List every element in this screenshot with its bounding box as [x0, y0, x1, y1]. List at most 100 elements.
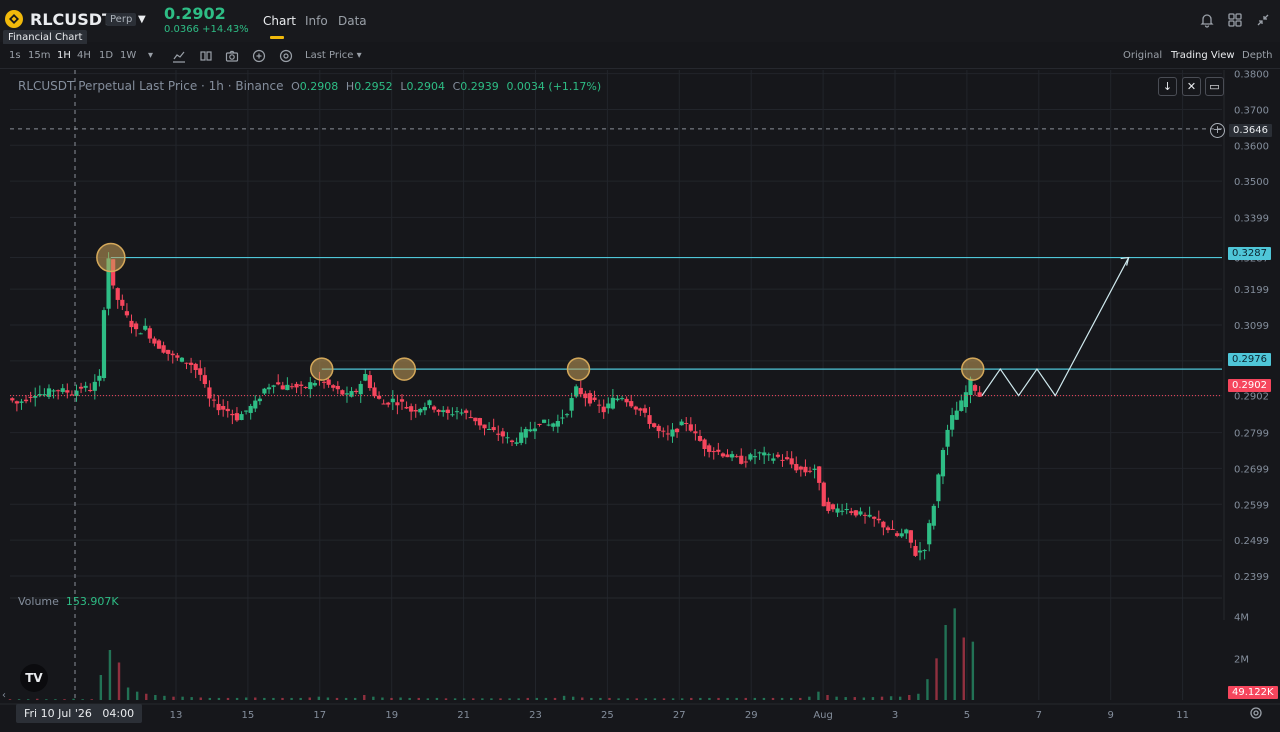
timeframe-15m[interactable]: 15m [28, 50, 50, 61]
volume-bar [680, 698, 684, 700]
candle-body [950, 415, 955, 430]
candle-body [445, 409, 450, 414]
volume-bar [399, 697, 402, 700]
candle-body [812, 468, 817, 470]
volume-bar [517, 698, 520, 700]
bell-icon[interactable] [1199, 12, 1215, 28]
camera-icon[interactable] [225, 49, 239, 63]
volume-bar [81, 699, 84, 700]
volume-bar [26, 699, 30, 700]
volume-bar [626, 698, 629, 700]
candle-body [422, 407, 428, 411]
candle-body [88, 389, 93, 392]
candle-body [207, 387, 212, 399]
volume-bar [735, 697, 738, 700]
candle-body [931, 505, 936, 526]
legend-low: 0.2904 [406, 80, 445, 93]
volume-bar [726, 697, 729, 700]
candle-body [656, 425, 661, 432]
volume-bar [217, 697, 221, 700]
candle-body [289, 386, 295, 388]
candle-body [464, 410, 469, 413]
volume-bar [599, 697, 602, 700]
volume-bar [226, 697, 230, 700]
close-icon[interactable]: ✕ [1182, 77, 1201, 96]
candle-body [496, 433, 501, 435]
candle-body [321, 381, 327, 383]
view-original[interactable]: Original [1123, 50, 1162, 61]
gear-icon[interactable] [1249, 706, 1263, 720]
candle-body [248, 405, 253, 413]
settings-circle-icon[interactable] [279, 49, 293, 63]
price-chart[interactable]: 0.3800 0.3700 0.3600 0.3500 0.3399 0.3287 0.31… [0, 68, 1280, 732]
candle-body [56, 390, 61, 392]
volume-bar [326, 697, 330, 700]
candle-body [482, 424, 487, 429]
tab-info[interactable]: Info [305, 14, 328, 28]
timeframe-1s[interactable]: 1s [9, 50, 21, 61]
collapse-icon[interactable] [1255, 12, 1271, 28]
grid-layout-icon[interactable] [1227, 12, 1243, 28]
touch-marker-circle [96, 242, 126, 273]
candle-body [257, 398, 262, 402]
candle-body [546, 424, 551, 426]
candle-body [156, 340, 162, 349]
candle-body [161, 345, 166, 353]
candle-body [720, 453, 726, 457]
view-depth[interactable]: Depth [1242, 50, 1272, 61]
volume-bar [8, 699, 12, 700]
time-tick-label: 19 [385, 710, 398, 721]
price-tick-label: 0.2902 [1234, 392, 1269, 403]
indicator-icon[interactable] [172, 49, 186, 63]
candle-body [253, 400, 258, 409]
timeframe-1h[interactable]: 1H [57, 50, 71, 61]
chevron-left-icon[interactable]: ‹ [2, 690, 6, 701]
volume-bar [453, 698, 457, 700]
candle-body [895, 533, 900, 536]
candle-body [468, 417, 473, 419]
candle-body [450, 414, 455, 416]
candle-body [344, 393, 350, 395]
add-icon[interactable] [252, 49, 266, 63]
candle-body [537, 423, 542, 425]
price-tick-label: 0.3099 [1234, 321, 1269, 332]
volume-bar [45, 699, 48, 700]
candle-body [592, 397, 597, 401]
time-tick-label: 25 [601, 710, 614, 721]
candle-body [386, 402, 391, 405]
candle-body [927, 523, 932, 545]
candle-body [963, 392, 968, 408]
volume-bar [590, 697, 593, 700]
timeframe-4h[interactable]: 4H [77, 50, 91, 61]
timeframe-1w[interactable]: 1W [120, 50, 136, 61]
arrow-down-icon[interactable]: ↓ [1158, 77, 1177, 96]
chevron-down-icon[interactable]: ▼ [138, 14, 146, 25]
plus-icon[interactable]: + [1210, 123, 1225, 138]
tab-data[interactable]: Data [338, 14, 367, 28]
tab-chart[interactable]: Chart [263, 14, 296, 28]
reset-icon[interactable]: ▭ [1205, 77, 1224, 96]
legend-title: RLCUSDT Perpetual Last Price · 1h · Bina… [18, 79, 284, 93]
volume-bar [844, 697, 847, 700]
volume-current-label: 49.122K [1228, 686, 1278, 699]
volume-bar [717, 697, 720, 700]
candle-body [101, 310, 107, 379]
layout-icon[interactable] [199, 49, 213, 63]
candle-body [606, 403, 611, 409]
candle-body [940, 450, 946, 477]
candle-body [239, 414, 244, 421]
candle-body [578, 387, 583, 395]
price-tick-label: 0.2799 [1234, 429, 1269, 440]
symbol-selector[interactable]: RLCUSDT [30, 10, 113, 29]
chevron-down-icon[interactable]: ▾ [148, 50, 153, 61]
view-trading-view[interactable]: Trading View [1171, 50, 1235, 61]
candle-body [959, 400, 964, 411]
volume-bar [108, 650, 112, 700]
crosshair-date-label: Fri 10 Jul '26 04:00 [16, 704, 143, 723]
candle-body [409, 406, 414, 412]
volume-bar [272, 697, 275, 700]
volume-bar [671, 698, 675, 700]
price-type-selector[interactable]: Last Price ▾ [305, 50, 362, 61]
timeframe-1d[interactable]: 1D [99, 50, 113, 61]
volume-bar [953, 608, 956, 700]
